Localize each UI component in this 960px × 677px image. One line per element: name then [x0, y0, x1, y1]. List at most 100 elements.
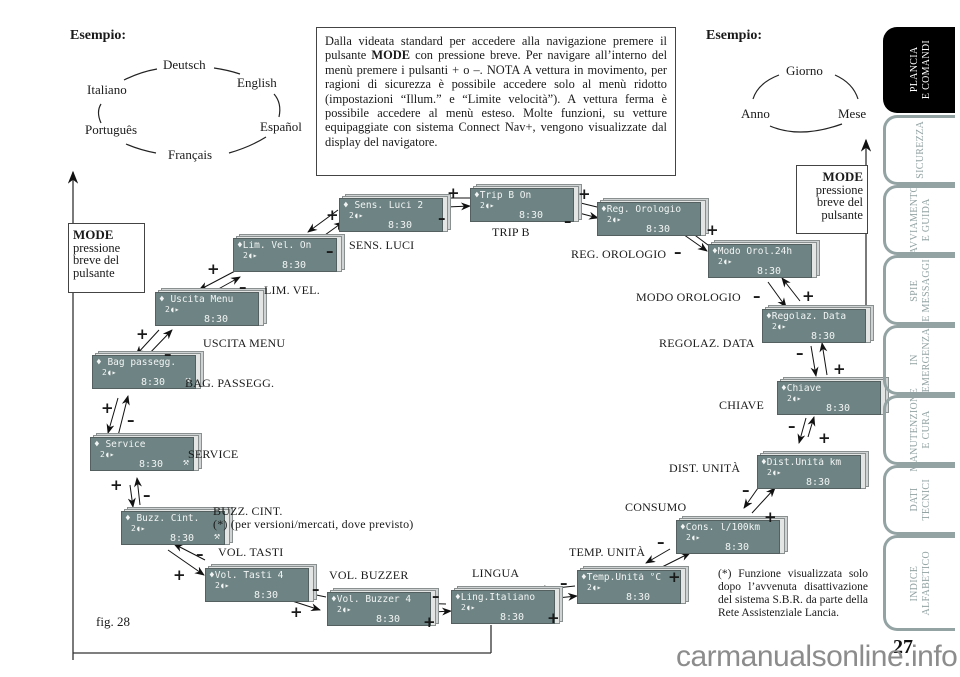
- label-dist-unita: DIST. UNITÀ: [669, 461, 741, 475]
- language-francais: Français: [168, 147, 213, 162]
- plus-sign: +: [706, 221, 719, 239]
- display-line-1: ♦ Uscita Menu: [159, 295, 234, 305]
- label-modo-orologio: MODO OROLOGIO: [636, 290, 741, 304]
- display-screen: ♦ Bag passegg. 2◖▸ 8:30 ⚒: [92, 355, 196, 389]
- label-service: SERVICE: [188, 447, 239, 461]
- mode-line: pulsante: [73, 265, 115, 280]
- side-tab-6[interactable]: DATI TECNICI: [883, 465, 955, 535]
- display-time: 8:30: [375, 614, 401, 625]
- display-vol-buzzer: ♦Vol. Buzzer 4 2◖▸ 8:30: [327, 588, 439, 628]
- side-tab-1[interactable]: SICUREZZA: [883, 115, 955, 185]
- plus-sign: +: [326, 206, 339, 224]
- label-sens-luci: SENS. LUCI: [349, 238, 415, 252]
- plus-sign: +: [423, 613, 436, 631]
- display-screen: ♦ Service 2◖▸ 8:30 ⚒: [90, 437, 194, 471]
- instruction-mode: MODE: [371, 48, 410, 63]
- language-english: English: [237, 75, 277, 90]
- label-regolaz-data: REGOLAZ. DATA: [659, 336, 755, 350]
- side-tab-label: SPIE E MESSAGGI: [908, 258, 932, 322]
- plus-sign: +: [833, 360, 846, 378]
- side-tab-label: AVVIAMENTO E GUIDA: [908, 185, 932, 255]
- plus-sign: +: [173, 566, 186, 584]
- side-tab-3[interactable]: SPIE E MESSAGGI: [883, 255, 955, 325]
- date-giorno: Giorno: [786, 63, 823, 78]
- display-time: 8:30: [625, 592, 651, 603]
- plus-sign: +: [101, 399, 114, 417]
- label-trip-b: TRIP B: [492, 225, 530, 239]
- display-line-1: ♦Trip B On: [474, 191, 532, 201]
- mode-line: breve del: [816, 195, 863, 209]
- display-line-1: ♦Cons. l/100km: [680, 523, 761, 533]
- side-tab-2[interactable]: AVVIAMENTO E GUIDA: [883, 185, 955, 255]
- footnote: (*) Funzione visualizzata solo dopo l’av…: [718, 568, 868, 619]
- side-tab-label: MANUTENZIONE E CURA: [908, 388, 932, 472]
- side-tab-5[interactable]: MANUTENZIONE E CURA: [883, 388, 955, 472]
- side-tab-4[interactable]: IN EMERGENZA: [883, 325, 955, 395]
- date-cycle-arcs: [752, 74, 859, 133]
- display-reg-orologio: ♦Reg. Orologio 2◖▸ 8:30: [597, 198, 709, 238]
- label-lim-vel: LIM. VEL.: [264, 283, 320, 297]
- date-anno: Anno: [741, 106, 770, 121]
- minus-sign: –: [564, 212, 572, 230]
- label-chiave: CHIAVE: [719, 398, 764, 412]
- display-screen: ♦Dist.Unità km 2◖▸ 8:30: [757, 455, 861, 489]
- display-time: 8:30: [499, 612, 525, 623]
- display-line-1: ♦Ling.Italiano: [455, 593, 536, 603]
- minus-sign: –: [753, 287, 761, 305]
- plus-sign: +: [818, 429, 831, 447]
- display-time: 8:30: [281, 260, 307, 271]
- display-time: 8:30: [387, 220, 413, 231]
- display-line-1: ♦ Buzz. Cint.: [125, 514, 200, 524]
- wrench-icon: ⚒: [213, 531, 220, 542]
- label-vol-tasti: VOL. TASTI: [218, 545, 284, 559]
- display-screen: ♦Vol. Tasti 4 2◖▸ 8:30: [205, 568, 309, 602]
- label-bag-passegg: BAG. PASSEGG.: [185, 376, 275, 390]
- display-line-1: ♦Vol. Tasti 4: [209, 571, 284, 581]
- display-line-1: ♦ Sens. Luci 2: [343, 201, 424, 211]
- side-tab-label: INDICE ALFABETICO: [908, 550, 932, 616]
- display-time: 8:30: [169, 533, 195, 544]
- display-time: 8:30: [645, 224, 671, 235]
- display-time: 8:30: [825, 403, 851, 414]
- display-dist-unita: ♦Dist.Unità km 2◖▸ 8:30: [757, 451, 869, 491]
- figure-label: fig. 28: [96, 614, 130, 629]
- display-time: 8:30: [810, 331, 836, 342]
- display-line-1: ♦ Service: [94, 440, 146, 450]
- minus-sign: –: [432, 587, 440, 605]
- display-line-1: ♦Dist.Unità km: [761, 458, 842, 468]
- example-heading-left: Esempio:: [70, 28, 126, 43]
- label-reg-orologio: REG. OROLOGIO: [571, 247, 667, 261]
- minus-sign: –: [788, 417, 796, 435]
- display-chiave: ♦Chiave 2◖▸ 8:30: [777, 377, 889, 417]
- mode-title: MODE: [73, 227, 114, 242]
- date-mese: Mese: [838, 106, 867, 121]
- label-temp-unita: TEMP. UNITÀ: [569, 545, 646, 559]
- label-uscita-menu: USCITA MENU: [203, 336, 286, 350]
- display-screen: ♦Chiave 2◖▸ 8:30: [777, 381, 881, 415]
- mode-box-left: MODE pressione breve del pulsante: [68, 223, 145, 293]
- minus-sign: –: [164, 345, 172, 363]
- example-heading-right: Esempio:: [706, 28, 762, 43]
- plus-sign: +: [290, 603, 303, 621]
- plus-sign: +: [668, 568, 681, 586]
- display-screen: ♦ Sens. Luci 2 2◖▸ 8:30: [339, 198, 443, 232]
- display-time: 8:30: [756, 266, 782, 277]
- side-tab-0[interactable]: PLANCIA E COMANDI: [883, 27, 955, 113]
- instruction-text-2: con pressione breve. Per navigare all’in…: [325, 48, 668, 149]
- display-screen: ♦Modo Orol.24h 2◖▸ 8:30: [708, 244, 812, 278]
- language-italiano: Italiano: [87, 82, 127, 97]
- plus-sign: +: [447, 184, 460, 202]
- display-screen: ♦ Buzz. Cint. 2◖▸ 8:30 ⚒: [121, 511, 225, 545]
- side-tab-label: DATI TECNICI: [908, 479, 932, 521]
- display-line-1: ♦Chiave: [781, 384, 822, 394]
- plus-sign: +: [802, 287, 815, 305]
- side-tab-7[interactable]: INDICE ALFABETICO: [883, 535, 955, 631]
- display-line-1: ♦ Bag passegg.: [96, 358, 177, 368]
- display-time: 8:30: [140, 377, 166, 388]
- plus-sign: +: [136, 325, 149, 343]
- plus-sign: +: [764, 508, 777, 526]
- language-portugues: Português: [85, 122, 137, 137]
- minus-sign: –: [742, 481, 750, 499]
- minus-sign: –: [196, 545, 204, 563]
- display-uscita-menu: ♦ Uscita Menu 2◖▸ 8:30: [155, 288, 267, 328]
